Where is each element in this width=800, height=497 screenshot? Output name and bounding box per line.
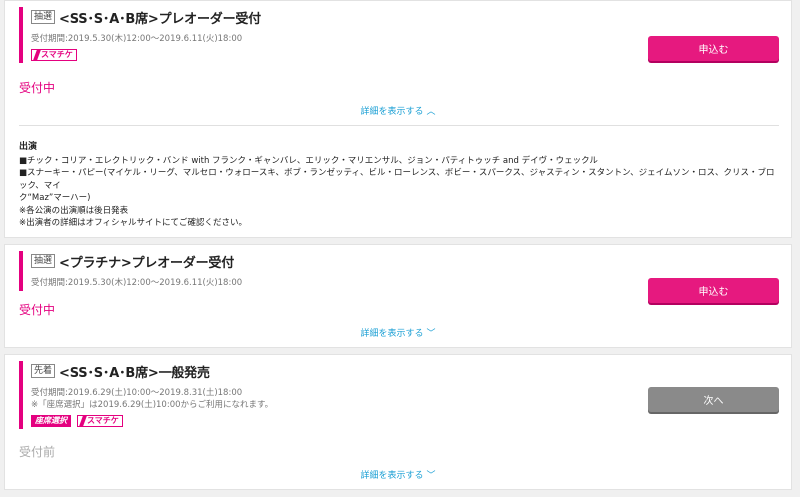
status-label: 受付中 (19, 81, 56, 95)
show-details-toggle[interactable]: 詳細を表示する ︿ (5, 104, 791, 117)
details-line: ■スナーキー・パピー(マイケル・リーグ、マルセロ・ウォロースキ、ボブ・ランゼッテ… (19, 168, 775, 191)
ticket-card-preorder-platinum: 抽選 <プラチナ>プレオーダー受付 受付期間:2019.5.30(木)12:00… (4, 244, 792, 348)
apply-button[interactable]: 申込む (648, 278, 779, 303)
details-line: ※各公演の出演順は後日発表 (19, 205, 129, 216)
show-details-toggle[interactable]: 詳細を表示する ﹀ (5, 468, 791, 481)
card-header: 先着 <SS･S･A･B席>一般発売 受付期間:2019.6.29(土)10:0… (19, 361, 439, 429)
lottery-tag: 抽選 (31, 254, 56, 268)
details-line: ※出演者の詳細はオフィシャルサイトにてご確認ください。 (19, 218, 247, 228)
reception-period: 受付期間:2019.5.30(木)12:00〜2019.6.11(火)18:00 (31, 278, 243, 288)
status-label: 受付中 (19, 303, 56, 317)
details-line: ■チック・コリア・エレクトリック・バンド with フランク・ギャンバレ、エリッ… (19, 155, 598, 166)
reception-period: 受付期間:2019.6.29(土)10:00〜2019.8.31(土)18:00 (31, 388, 243, 398)
details-heading: 出演 (19, 142, 38, 152)
reception-period: 受付期間:2019.5.30(木)12:00〜2019.6.11(火)18:00 (31, 34, 243, 44)
next-button[interactable]: 次へ (648, 387, 779, 412)
smart-ticket-icon (79, 416, 87, 426)
card-title: <SS･S･A･B席>プレオーダー受付 (59, 11, 261, 27)
ticket-card-general-sale: 先着 <SS･S･A･B席>一般発売 受付期間:2019.6.29(土)10:0… (4, 354, 792, 490)
chevron-up-icon: ︿ (426, 107, 436, 117)
seat-selection-note: ※「座席選択」は2019.6.29(土)10:00からご利用になれます。 (31, 400, 274, 410)
ticket-card-preorder-ss-s-a-b: 抽選 <SS･S･A･B席>プレオーダー受付 受付期間:2019.5.30(木)… (4, 0, 792, 238)
card-title: <SS･S･A･B席>一般発売 (59, 365, 210, 381)
smart-ticket-badge: スマチケ (77, 415, 123, 427)
first-come-tag: 先着 (31, 364, 56, 378)
smart-ticket-badge: スマチケ (31, 49, 77, 61)
performer-details: 出演 ■チック・コリア・エレクトリック・バンド with フランク・ギャンバレ、… (19, 141, 779, 230)
divider (19, 125, 779, 126)
card-title: <プラチナ>プレオーダー受付 (59, 255, 235, 271)
seat-selection-badge: 座席選択 (31, 415, 71, 427)
show-details-toggle[interactable]: 詳細を表示する ﹀ (5, 326, 791, 339)
status-label: 受付前 (19, 445, 56, 459)
chevron-down-icon: ﹀ (426, 329, 436, 339)
chevron-down-icon: ﹀ (426, 471, 436, 481)
card-header: 抽選 <プラチナ>プレオーダー受付 受付期間:2019.5.30(木)12:00… (19, 251, 439, 291)
lottery-tag: 抽選 (31, 10, 56, 24)
details-line: ク“Maz”マーハー) (19, 193, 91, 203)
card-header: 抽選 <SS･S･A･B席>プレオーダー受付 受付期間:2019.5.30(木)… (19, 7, 439, 63)
apply-button[interactable]: 申込む (648, 36, 779, 61)
smart-ticket-icon (33, 50, 41, 60)
